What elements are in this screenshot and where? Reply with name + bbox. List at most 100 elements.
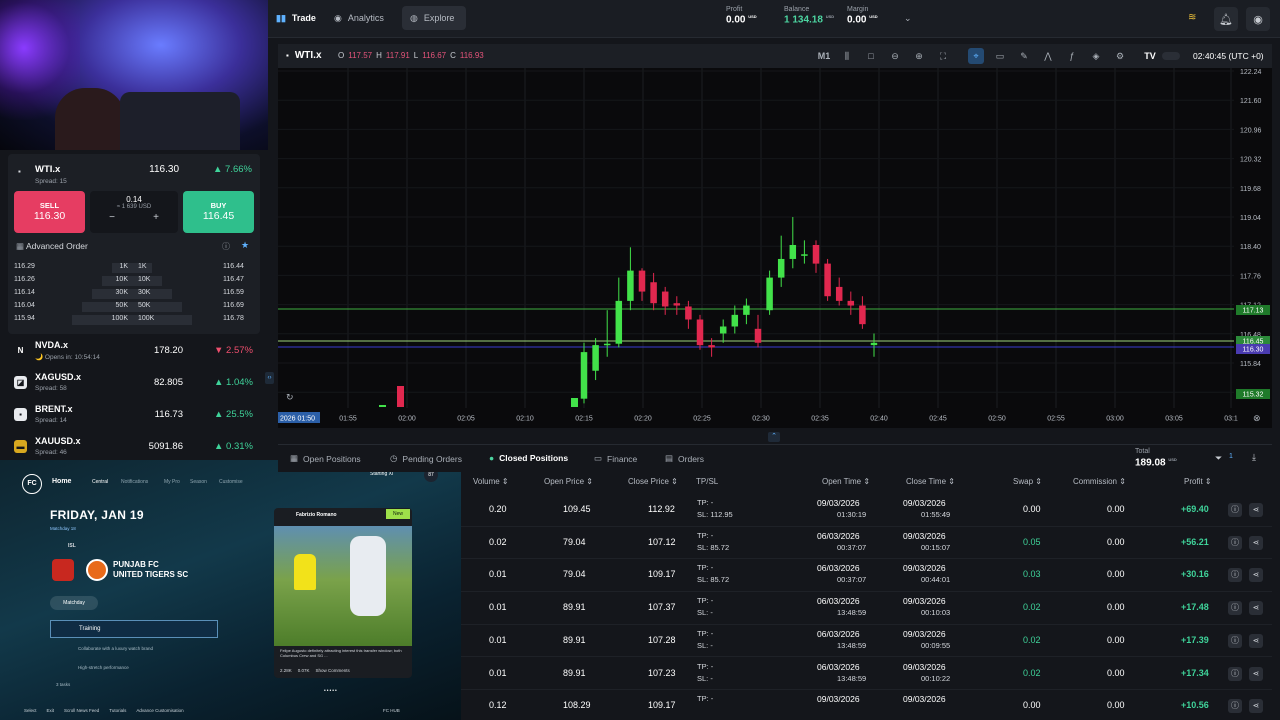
show-comments-link[interactable]: Show Comments [316, 668, 350, 673]
col-profit[interactable]: Profit ⇕ [1184, 477, 1212, 486]
tab-pending-orders[interactable]: ◷ Pending Orders [390, 453, 462, 464]
share-icon[interactable]: ⋖ [1249, 666, 1263, 681]
sl-cell: SL: 112.95 [697, 510, 733, 519]
table-row[interactable]: 0.12 108.29 109.17 TP: - 09/03/2026 09/03/202… [461, 690, 1272, 720]
depth-row[interactable]: 116.29 1K 1K 116.44 [8, 262, 256, 275]
toggle-switch[interactable] [1162, 52, 1180, 60]
game-tab-notifications[interactable]: Notifications [121, 479, 148, 485]
ask-volume: 1K [138, 263, 147, 270]
panel-resize-handle[interactable]: ⌃ [768, 432, 780, 442]
zoom-in-icon[interactable]: ⊕ [911, 48, 927, 64]
share-icon[interactable]: ⋖ [1249, 568, 1263, 583]
filter-icon[interactable]: ⏷ [1215, 453, 1222, 464]
download-icon[interactable]: ⤓ [1252, 452, 1256, 463]
close-chart-icon[interactable]: ⊗ [1253, 414, 1261, 424]
info-icon[interactable]: ⓘ [1228, 568, 1242, 583]
chevron-down-icon[interactable]: ⌄ [904, 13, 912, 24]
lot-value[interactable]: 0.14 [90, 195, 178, 204]
info-icon[interactable]: ⓘ [1228, 666, 1242, 681]
lot-size-control[interactable]: 0.14 ≈ 1 639 USD − + [90, 191, 178, 233]
pagination-dots[interactable]: ••••• [324, 688, 338, 694]
game-task-2[interactable]: High-stretch performance [78, 665, 129, 670]
table-row[interactable]: 0.01 89.91 107.28 TP: - SL: - 06/03/2026 13:48… [461, 625, 1272, 658]
table-row[interactable]: 0.01 89.91 107.37 TP: - SL: - 06/03/2026 13:48… [461, 592, 1272, 625]
tab-orders[interactable]: ▤ Orders [665, 453, 704, 464]
y-tick-label: 122.24 [1240, 69, 1262, 76]
col-volume[interactable]: Volume ⇕ [473, 477, 509, 486]
pencil-icon[interactable]: ✎ [1016, 48, 1032, 64]
share-icon[interactable]: ⋖ [1249, 503, 1263, 517]
market-row[interactable]: ◪ XAGUSD.x Spread: 58 82.805 ▲ 1.04% [8, 368, 260, 400]
function-icon[interactable]: ƒ [1064, 48, 1080, 64]
chart-symbol[interactable]: ▪ WTI.x [286, 50, 322, 61]
tab-closed-positions[interactable]: ● Closed Positions [489, 453, 568, 463]
training-menu-item[interactable]: Training [50, 620, 218, 638]
info-icon[interactable]: ⓘ [1228, 699, 1242, 714]
sidebar-collapse-handle[interactable]: ‹› [265, 372, 274, 384]
share-icon[interactable]: ⋖ [1249, 699, 1263, 714]
wti-instrument-row[interactable]: ▪ WTI.x Spread: 15 116.30 ▲ 7.66% [14, 162, 254, 186]
matchday-button[interactable]: Matchday [50, 596, 98, 610]
x-tick-label: 02:55 [1047, 416, 1065, 423]
game-tab-customise[interactable]: Customise [219, 479, 243, 485]
table-row[interactable]: 0.20 109.45 112.92 TP: - SL: 112.95 09/03/202… [461, 494, 1272, 527]
col-swap[interactable]: Swap ⇕ [1013, 477, 1042, 486]
crosshair-icon[interactable]: ⌖ [968, 48, 984, 64]
col-close-price[interactable]: Close Price ⇕ [628, 477, 678, 486]
close-time-cell: 00:09:55 [921, 640, 951, 650]
zoom-out-icon[interactable]: ⊖ [887, 48, 903, 64]
price-chart[interactable]: 122.24 121.60 120.96 120.32 119.68 119.04 118.… [278, 68, 1272, 428]
info-icon[interactable]: ⓘ [1228, 601, 1242, 616]
market-row[interactable]: ▪ BRENT.x Spread: 14 116.73 ▲ 25.5% [8, 400, 260, 432]
depth-row[interactable]: 116.14 30K 30K 116.59 [8, 288, 256, 301]
timeframe-button[interactable]: M1 [814, 48, 834, 64]
share-icon[interactable]: ⋖ [1249, 535, 1263, 550]
depth-row[interactable]: 115.94 100K 100K 116.78 [8, 314, 256, 327]
market-row[interactable]: N NVDA.x 🌙 Opens in: 10:54:14 178.20 ▼ 2.57% [8, 336, 260, 368]
advanced-order-toggle[interactable]: ▦ Advanced Order ⓘ ★ [16, 240, 256, 253]
table-row[interactable]: 0.01 79.04 109.17 TP: - SL: 85.72 06/03/2026 0… [461, 559, 1272, 592]
game-task-1[interactable]: Collaborate with a luxury watch brand [78, 646, 153, 651]
reset-view-icon[interactable]: ↻ [286, 393, 294, 403]
tab-finance[interactable]: ▭ Finance [594, 453, 637, 464]
game-tab-mypro[interactable]: My Pro [164, 479, 180, 485]
share-icon[interactable]: ⋖ [1249, 633, 1263, 648]
sell-button[interactable]: SELL 116.30 [14, 191, 85, 233]
candle-type-icon[interactable]: ⫼ [839, 48, 855, 64]
tab-open-positions[interactable]: ▦ Open Positions [290, 453, 361, 464]
game-tab-season[interactable]: Season [190, 479, 207, 485]
game-tab-home[interactable]: Home [52, 478, 71, 485]
fullscreen-icon[interactable]: ⛶ [935, 48, 951, 64]
tab-analytics[interactable]: ◉ Analytics [326, 6, 392, 30]
col-open-price[interactable]: Open Price ⇕ [544, 477, 593, 486]
col-commission[interactable]: Commission ⇕ [1073, 477, 1126, 486]
depth-row[interactable]: 116.04 50K 50K 116.69 [8, 301, 256, 314]
col-close-time[interactable]: Close Time ⇕ [906, 477, 955, 486]
candle-body [812, 244, 820, 264]
market-row[interactable]: ▬ XAUUSD.x Spread: 46 5091.86 ▲ 0.31% [8, 432, 260, 464]
game-tab-central[interactable]: Central [92, 479, 108, 485]
col-open-time[interactable]: Open Time ⇕ [822, 477, 870, 486]
news-card[interactable]: Fabrizio Romano New Felipe Augusto defin… [274, 508, 412, 678]
square-icon[interactable]: □ [863, 48, 879, 64]
buy-button[interactable]: BUY 116.45 [183, 191, 254, 233]
star-icon[interactable]: ★ [241, 240, 249, 251]
decrease-lot-button[interactable]: − [109, 212, 115, 223]
tab-explore[interactable]: ◍ Explore [402, 6, 466, 30]
info-icon[interactable]: ⓘ [1228, 503, 1242, 517]
info-icon[interactable]: ⓘ [222, 241, 230, 252]
info-icon[interactable]: ⓘ [1228, 535, 1242, 550]
user-icon[interactable]: ◉ [1246, 7, 1270, 31]
info-icon[interactable]: ⓘ [1228, 633, 1242, 648]
tab-trade[interactable]: ▮▮ Trade [268, 6, 324, 30]
increase-lot-button[interactable]: + [153, 212, 159, 223]
horizontal-line-icon[interactable]: ▭ [992, 48, 1008, 64]
table-row[interactable]: 0.01 89.91 107.23 TP: - SL: - 06/03/2026 13:48… [461, 658, 1272, 690]
layers-icon[interactable]: ◈ [1088, 48, 1104, 64]
share-icon[interactable]: ⋖ [1249, 601, 1263, 616]
indicator-icon[interactable]: ⋀ [1040, 48, 1056, 64]
depth-row[interactable]: 116.26 10K 10K 116.47 [8, 275, 256, 288]
notification-bell-icon[interactable]: 🔔︎ [1214, 7, 1238, 31]
table-row[interactable]: 0.02 79.04 107.12 TP: - SL: 85.72 06/03/2026 0… [461, 527, 1272, 560]
gear-icon[interactable]: ⚙ [1112, 48, 1128, 64]
